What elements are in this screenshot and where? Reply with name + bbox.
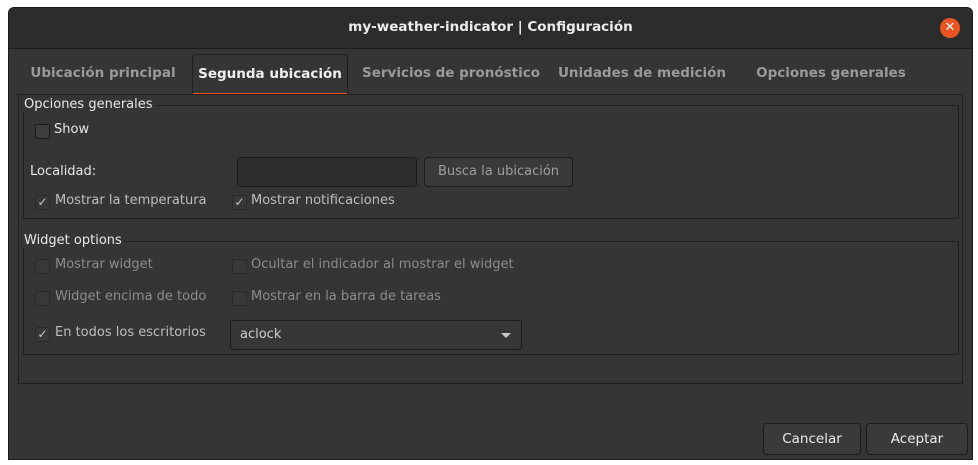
check-icon: ✓ — [37, 327, 48, 341]
window-title: my-weather-indicator | Configuración — [348, 19, 633, 35]
tab-forecast-services[interactable]: Servicios de pronóstico — [356, 54, 546, 92]
widget-on-top-label[interactable]: Widget encima de todo — [55, 289, 206, 304]
show-checkbox[interactable] — [35, 124, 50, 139]
close-icon[interactable]: ✕ — [940, 18, 960, 38]
widget-on-top-checkbox[interactable] — [35, 291, 50, 306]
hide-indicator-checkbox[interactable] — [232, 259, 247, 274]
tab-main-location[interactable]: Ubicación principal — [18, 54, 188, 92]
widget-theme-value: aclock — [240, 327, 282, 342]
title-bar[interactable]: my-weather-indicator | Configuración ✕ — [9, 8, 972, 49]
show-notifications-checkbox[interactable]: ✓ — [232, 195, 247, 210]
show-widget-checkbox[interactable] — [35, 259, 50, 274]
check-icon: ✓ — [234, 195, 245, 209]
show-widget-label[interactable]: Mostrar widget — [55, 257, 153, 272]
locality-input[interactable] — [237, 157, 417, 187]
widget-theme-dropdown[interactable]: aclock — [230, 320, 522, 350]
locality-label: Localidad: — [30, 164, 97, 179]
show-notifications-label[interactable]: Mostrar notificaciones — [251, 193, 395, 208]
show-taskbar-label[interactable]: Mostrar en la barra de tareas — [251, 289, 441, 304]
tab-bar: Ubicación principal Segunda ubicación Se… — [18, 54, 963, 95]
show-temperature-checkbox[interactable]: ✓ — [35, 195, 50, 210]
tab-second-location[interactable]: Segunda ubicación — [192, 54, 348, 95]
search-location-button[interactable]: Busca la ubicación — [424, 157, 573, 187]
general-options-label: Opciones generales — [22, 97, 155, 112]
hide-indicator-label[interactable]: Ocultar el indicador al mostrar el widge… — [251, 257, 514, 272]
cancel-button[interactable]: Cancelar — [763, 423, 861, 455]
all-desktops-checkbox[interactable]: ✓ — [35, 327, 50, 342]
settings-window: my-weather-indicator | Configuración ✕ U… — [8, 7, 973, 460]
accept-button[interactable]: Aceptar — [866, 423, 968, 455]
show-temperature-label[interactable]: Mostrar la temperatura — [55, 193, 207, 208]
check-icon: ✓ — [37, 195, 48, 209]
widget-options-label: Widget options — [22, 233, 124, 248]
all-desktops-label[interactable]: En todos los escritorios — [55, 325, 206, 340]
tab-units[interactable]: Unidades de medición — [556, 54, 728, 92]
chevron-down-icon — [501, 333, 511, 338]
show-label[interactable]: Show — [54, 122, 89, 137]
tab-general-options[interactable]: Opciones generales — [736, 54, 926, 92]
show-taskbar-checkbox[interactable] — [232, 291, 247, 306]
